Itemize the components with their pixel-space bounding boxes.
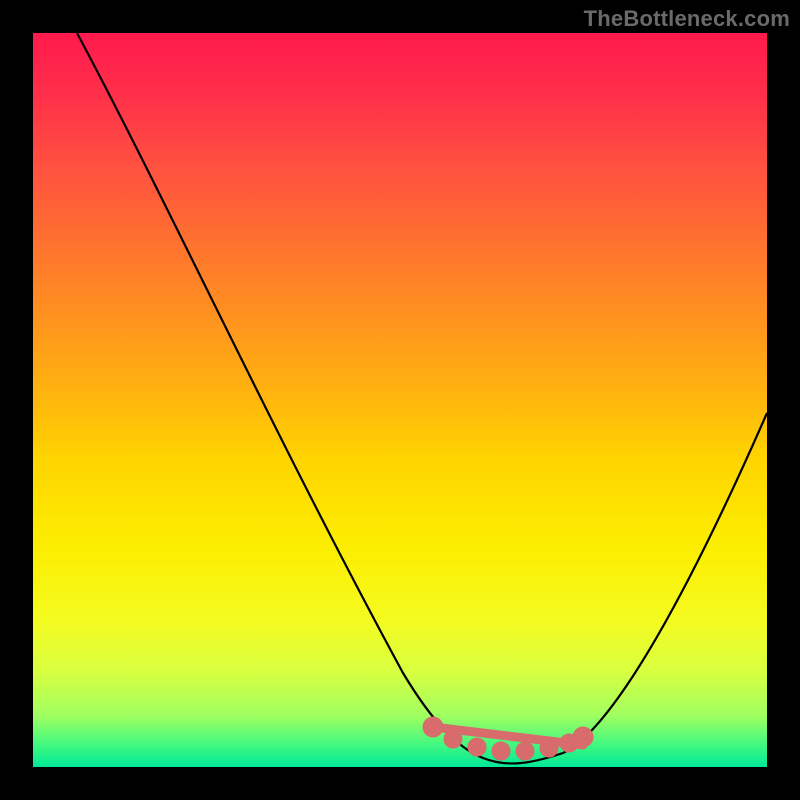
marker-group: [427, 721, 589, 756]
watermark-text: TheBottleneck.com: [584, 6, 790, 32]
chart-overlay: [33, 33, 767, 767]
chart-curve: [77, 33, 767, 763]
